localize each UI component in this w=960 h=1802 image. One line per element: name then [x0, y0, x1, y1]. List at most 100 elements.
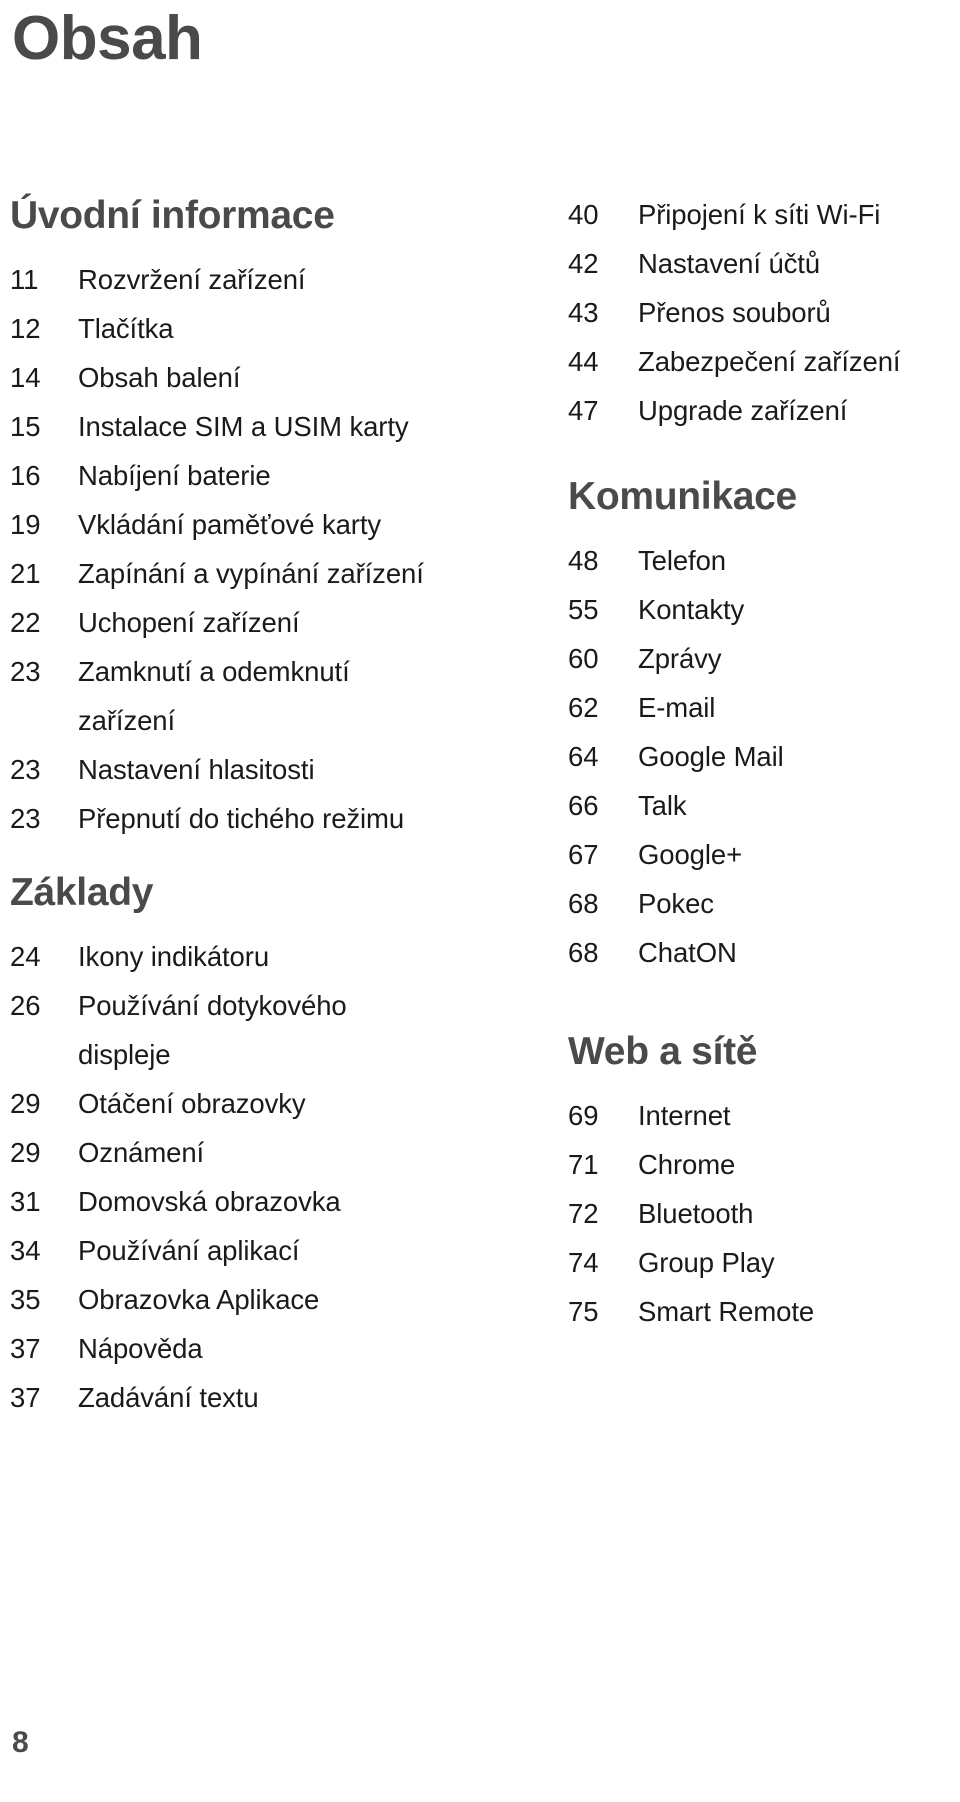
toc-entry[interactable]: 47 Upgrade zařízení — [568, 386, 960, 435]
toc-page-number: 69 — [568, 1100, 599, 1131]
toc-entry-label: Oznámení — [78, 1137, 205, 1168]
toc-page-number: 48 — [568, 545, 599, 576]
toc-entry[interactable]: 23 Přepnutí do tichého režimu — [10, 794, 480, 843]
toc-entry[interactable]: 29 Otáčení obrazovky — [10, 1079, 480, 1128]
toc-page-number: 44 — [568, 346, 599, 377]
toc-entry-label: Zabezpečení zařízení — [638, 346, 901, 377]
toc-entry-label: Google Mail — [638, 741, 784, 772]
toc-entry-label: Nápověda — [78, 1333, 203, 1364]
toc-entry[interactable]: 64 Google Mail — [568, 732, 960, 781]
toc-entry-label: Group Play — [638, 1247, 775, 1278]
toc-entry[interactable]: 74 Group Play — [568, 1238, 960, 1287]
toc-entry[interactable]: 16 Nabíjení baterie — [10, 451, 480, 500]
toc-entry-label: Zadávání textu — [78, 1382, 259, 1413]
toc-entry[interactable]: 66 Talk — [568, 781, 960, 830]
toc-page-number: 55 — [568, 594, 599, 625]
toc-entry[interactable]: 12 Tlačítka — [10, 304, 480, 353]
toc-entry-label: Obsah balení — [78, 362, 241, 393]
toc-entry-label: Nastavení hlasitosti — [78, 754, 315, 785]
toc-entry-label: Chrome — [638, 1149, 736, 1180]
toc-page-number: 15 — [10, 411, 41, 442]
toc-page-number: 14 — [10, 362, 41, 393]
section-heading-uvodni-informace: Úvodní informace — [10, 194, 335, 237]
toc-entry-label: Přepnutí do tichého režimu — [78, 803, 405, 834]
toc-entry[interactable]: 14 Obsah balení — [10, 353, 480, 402]
toc-entry[interactable]: 11 Rozvržení zařízení — [10, 255, 480, 304]
toc-entry[interactable]: 19 Vkládání paměťové karty — [10, 500, 480, 549]
toc-entry-label: Telefon — [638, 545, 726, 576]
toc-entry[interactable]: 75 Smart Remote — [568, 1287, 960, 1336]
toc-entry[interactable]: 60 Zprávy — [568, 634, 960, 683]
toc-page-number: 31 — [10, 1186, 41, 1217]
page-title: Obsah — [12, 4, 203, 73]
toc-page-number: 35 — [10, 1284, 41, 1315]
toc-page-number: 29 — [10, 1137, 41, 1168]
toc-entry[interactable]: 69 Internet — [568, 1091, 960, 1140]
toc-entry[interactable]: 68 Pokec — [568, 879, 960, 928]
toc-page-number: 68 — [568, 937, 599, 968]
page-number: 8 — [12, 1726, 29, 1759]
section-heading-web-a-site: Web a sítě — [568, 1030, 758, 1073]
toc-page-number: 62 — [568, 692, 599, 723]
toc-entry-label: Smart Remote — [638, 1296, 815, 1327]
section-heading-zaklady: Základy — [10, 871, 154, 914]
toc-entry[interactable]: 37 Zadávání textu — [10, 1373, 480, 1422]
toc-entry-label: Používání dotykového displeje — [78, 990, 347, 1070]
toc-entry[interactable]: 37 Nápověda — [10, 1324, 480, 1373]
toc-entry-label: Používání aplikací — [78, 1235, 300, 1266]
toc-entry-label: Připojení k síti Wi-Fi — [638, 199, 881, 230]
toc-page-number: 47 — [568, 395, 599, 426]
toc-entry-label: Vkládání paměťové karty — [78, 509, 382, 540]
toc-entry-label: E-mail — [638, 692, 716, 723]
toc-entry-label: Nastavení účtů — [638, 248, 821, 279]
toc-entry[interactable]: 40 Připojení k síti Wi-Fi — [568, 190, 960, 239]
toc-entry[interactable]: 34 Používání aplikací — [10, 1226, 480, 1275]
toc-page-number: 16 — [10, 460, 41, 491]
toc-page: Obsah Úvodní informace 11 Rozvržení zaříze… — [0, 0, 960, 1802]
toc-page-number: 22 — [10, 607, 41, 638]
toc-page-number: 11 — [10, 264, 39, 295]
toc-page-number: 21 — [10, 558, 41, 589]
toc-entry[interactable]: 23 Nastavení hlasitosti — [10, 745, 480, 794]
toc-page-number: 23 — [10, 803, 41, 834]
toc-page-number: 75 — [568, 1296, 599, 1327]
toc-entry-label: Upgrade zařízení — [638, 395, 848, 426]
toc-entry-label: Obrazovka Aplikace — [78, 1284, 320, 1315]
toc-entry-label: Google+ — [638, 839, 743, 870]
toc-page-number: 72 — [568, 1198, 599, 1229]
toc-page-number: 74 — [568, 1247, 599, 1278]
toc-entry[interactable]: 68 ChatON — [568, 928, 960, 977]
toc-entry[interactable]: 31 Domovská obrazovka — [10, 1177, 480, 1226]
toc-entry[interactable]: 43 Přenos souborů — [568, 288, 960, 337]
toc-entry[interactable]: 62 E-mail — [568, 683, 960, 732]
toc-entry-label: Instalace SIM a USIM karty — [78, 411, 409, 442]
toc-entry[interactable]: 21 Zapínání a vypínání zařízení — [10, 549, 480, 598]
section-heading-komunikace: Komunikace — [568, 475, 797, 518]
toc-entry[interactable]: 42 Nastavení účtů — [568, 239, 960, 288]
toc-entry[interactable]: 48 Telefon — [568, 536, 960, 585]
toc-entry-label: Ikony indikátoru — [78, 941, 270, 972]
toc-page-number: 60 — [568, 643, 599, 674]
toc-entry[interactable]: 72 Bluetooth — [568, 1189, 960, 1238]
toc-entry[interactable]: 15 Instalace SIM a USIM karty — [10, 402, 480, 451]
toc-entry[interactable]: 22 Uchopení zařízení — [10, 598, 480, 647]
toc-entry[interactable]: 55 Kontakty — [568, 585, 960, 634]
toc-entry[interactable]: 71 Chrome — [568, 1140, 960, 1189]
toc-page-number: 42 — [568, 248, 599, 279]
toc-page-number: 66 — [568, 790, 599, 821]
toc-entry[interactable]: 67 Google+ — [568, 830, 960, 879]
toc-entry-label: Uchopení zařízení — [78, 607, 300, 638]
toc-entry[interactable]: 44 Zabezpečení zařízení — [568, 337, 960, 386]
toc-entry[interactable]: 35 Obrazovka Aplikace — [10, 1275, 480, 1324]
toc-entry-label: Pokec — [638, 888, 714, 919]
toc-entry[interactable]: 26 Používání dotykového displeje — [10, 981, 480, 1079]
toc-page-number: 71 — [568, 1149, 599, 1180]
toc-entry[interactable]: 24 Ikony indikátoru — [10, 932, 480, 981]
toc-page-number: 37 — [10, 1382, 41, 1413]
toc-entry-label: Přenos souborů — [638, 297, 831, 328]
toc-entry[interactable]: 29 Oznámení — [10, 1128, 480, 1177]
toc-page-number: 24 — [10, 941, 41, 972]
toc-page-number: 12 — [10, 313, 41, 344]
toc-entry-label: Zprávy — [638, 643, 722, 674]
toc-entry[interactable]: 23 Zamknutí a odemknutí zařízení — [10, 647, 480, 745]
